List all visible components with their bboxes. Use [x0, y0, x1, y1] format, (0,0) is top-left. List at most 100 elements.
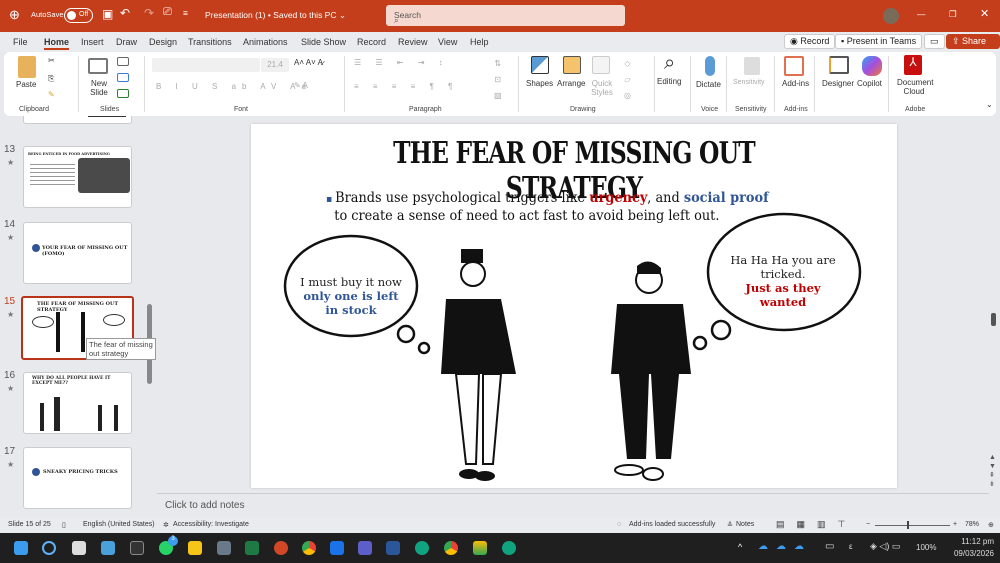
show-hidden-icons[interactable]: ^	[738, 542, 742, 552]
tab-design[interactable]: Design	[149, 37, 177, 47]
start-icon[interactable]	[14, 541, 28, 555]
reset-icon[interactable]	[117, 73, 129, 82]
fill-outline-effects-icons[interactable]: ◇▱◎	[624, 56, 631, 104]
slide-thumbnail-13[interactable]: BEING ENTICED IN FOOD ADVERTISING	[23, 146, 132, 208]
customize-icon[interactable]: ≡	[183, 8, 188, 18]
slide-thumbnail-17[interactable]: SNEAKY PRICING TRICKS	[23, 447, 132, 509]
comments-button[interactable]: ▭	[924, 34, 945, 49]
edge-icon[interactable]	[415, 541, 429, 555]
tab-view[interactable]: View	[438, 37, 457, 47]
record-button[interactable]: ◉ Record	[784, 34, 835, 49]
slide-canvas[interactable]: THE FEAR OF MISSING OUT STRATEGY ▪ Brand…	[251, 124, 897, 488]
search-input[interactable]: ⌕ Search	[386, 5, 625, 26]
calculator-icon[interactable]	[217, 541, 231, 555]
copilot-button[interactable]: Copilot	[857, 79, 882, 88]
notes-button[interactable]: Notes	[736, 521, 754, 528]
share-button[interactable]: ⇪ Share ⌄	[946, 34, 1000, 49]
zoom-out-icon[interactable]: −	[866, 521, 870, 528]
spellcheck-icon[interactable]: ▯	[62, 521, 66, 529]
font-name-select[interactable]	[152, 58, 260, 72]
fit-slide-icon[interactable]: ⊕	[988, 521, 994, 529]
powerpoint-taskbar-icon[interactable]	[274, 541, 288, 555]
teams-icon[interactable]	[358, 541, 372, 555]
main-scrollbar[interactable]	[991, 313, 996, 326]
notes-input[interactable]: Click to add notes	[165, 500, 245, 511]
document-cloud-button[interactable]: Document Cloud	[897, 78, 931, 96]
redo-icon[interactable]: ↷	[144, 6, 154, 20]
tab-transitions[interactable]: Transitions	[188, 37, 232, 47]
device-icon[interactable]: ▭	[825, 541, 834, 552]
shapes-button[interactable]: Shapes	[526, 79, 553, 88]
chrome-icon[interactable]	[302, 541, 316, 555]
document-title[interactable]: Presentation (1) • Saved to this PC ⌄	[205, 10, 346, 21]
layout-icon[interactable]	[117, 57, 129, 66]
dictate-button[interactable]: Dictate	[696, 80, 721, 89]
font-format-icons[interactable]: B I U S ab AV Aa	[156, 82, 312, 91]
text-direction-icons[interactable]: ⇅⊡▧	[494, 56, 502, 104]
grow-font-icon[interactable]: A˄ A˅ A̷	[294, 58, 323, 67]
task-view-icon[interactable]	[72, 541, 86, 555]
highlight-font-color-icons[interactable]: ✎ A	[294, 81, 308, 90]
font-size-select[interactable]: 21.4	[261, 58, 289, 72]
edge-profile-icon[interactable]	[502, 541, 516, 555]
tab-draw[interactable]: Draw	[116, 37, 137, 47]
clock-time[interactable]: 11:12 pm	[952, 537, 994, 546]
add-ins-button[interactable]: Add-ins	[782, 79, 809, 88]
view-buttons-icons[interactable]: ▤▦▥⊤	[776, 519, 857, 530]
tab-home[interactable]: Home	[44, 37, 69, 50]
avatar[interactable]	[883, 8, 899, 24]
tab-help[interactable]: Help	[470, 37, 489, 47]
sensitivity-button[interactable]: Sensitivity	[733, 79, 765, 86]
cut-icon[interactable]: ✂	[48, 56, 55, 65]
terminal-icon[interactable]	[130, 541, 144, 555]
language-status[interactable]: English (United States)	[83, 521, 155, 528]
excel-icon[interactable]	[245, 541, 259, 555]
slide-thumbnail-14[interactable]: YOUR FEAR OF MISSING OUT (FOMO)	[23, 222, 132, 284]
new-slide-button[interactable]: New Slide	[84, 79, 114, 97]
accessibility-status[interactable]: Accessibility: Investigate	[173, 521, 249, 528]
file-explorer-icon[interactable]	[188, 541, 202, 555]
scroll-arrows-icon[interactable]: ▲▼⇞⇟	[989, 453, 996, 489]
autosave-toggle[interactable]: Off	[64, 8, 93, 23]
tab-file[interactable]: File	[13, 37, 28, 47]
save-icon[interactable]: ▣	[102, 7, 113, 21]
tab-slide-show[interactable]: Slide Show	[301, 37, 346, 47]
present-in-teams-button[interactable]: ▪ Present in Teams	[835, 34, 922, 49]
onedrive-icons[interactable]: ☁☁☁	[758, 541, 812, 552]
format-painter-icon[interactable]: ✎	[48, 90, 55, 99]
tab-insert[interactable]: Insert	[81, 37, 104, 47]
designer-button[interactable]: Designer	[822, 79, 854, 88]
undo-icon[interactable]: ↶	[120, 6, 130, 20]
drive-icon[interactable]	[473, 541, 487, 555]
copy-icon[interactable]: ⎘	[48, 74, 54, 84]
tab-review[interactable]: Review	[398, 37, 428, 47]
chrome-profile-icon[interactable]	[444, 541, 458, 555]
slide-thumbnail-16[interactable]: WHY DO ALL PEOPLE HAVE IT EXCEPT ME??	[23, 372, 132, 434]
tab-record[interactable]: Record	[357, 37, 386, 47]
battery-level[interactable]: 100%	[916, 543, 936, 552]
section-icon[interactable]	[117, 89, 129, 98]
close-icon[interactable]: ✕	[980, 7, 989, 20]
tab-animations[interactable]: Animations	[243, 37, 288, 47]
editing-button[interactable]: Editing	[657, 77, 681, 86]
zoom-slider[interactable]	[875, 525, 950, 526]
paste-button[interactable]: Paste	[16, 80, 36, 89]
zoom-in-icon[interactable]: +	[953, 521, 957, 528]
wifi-volume-icons[interactable]: ◈ ◁) ▭	[870, 541, 900, 552]
outlook-icon[interactable]	[330, 541, 344, 555]
restore-icon[interactable]: ❐	[949, 9, 957, 20]
word-icon[interactable]	[386, 541, 400, 555]
desktop-icon[interactable]	[101, 541, 115, 555]
clock-date[interactable]: 09/03/2026	[946, 549, 994, 558]
zoom-level[interactable]: 78%	[965, 521, 979, 528]
zoom-slider-thumb[interactable]	[907, 521, 909, 529]
minimize-icon[interactable]: —	[917, 9, 926, 19]
present-icon[interactable]: ⎚	[163, 6, 172, 19]
keyboard-icon[interactable]: ε	[849, 542, 853, 551]
list-icons[interactable]: ☰ ☰ ⇤ ⇥ ↕	[354, 58, 449, 67]
quick-styles-button[interactable]: Quick Styles	[588, 79, 616, 97]
search-taskbar-icon[interactable]	[42, 541, 56, 555]
align-icons[interactable]: ≡ ≡ ≡ ≡ ¶ ¶	[354, 82, 458, 91]
arrange-button[interactable]: Arrange	[557, 79, 585, 88]
collapse-ribbon-icon[interactable]: ⌄	[986, 100, 993, 109]
